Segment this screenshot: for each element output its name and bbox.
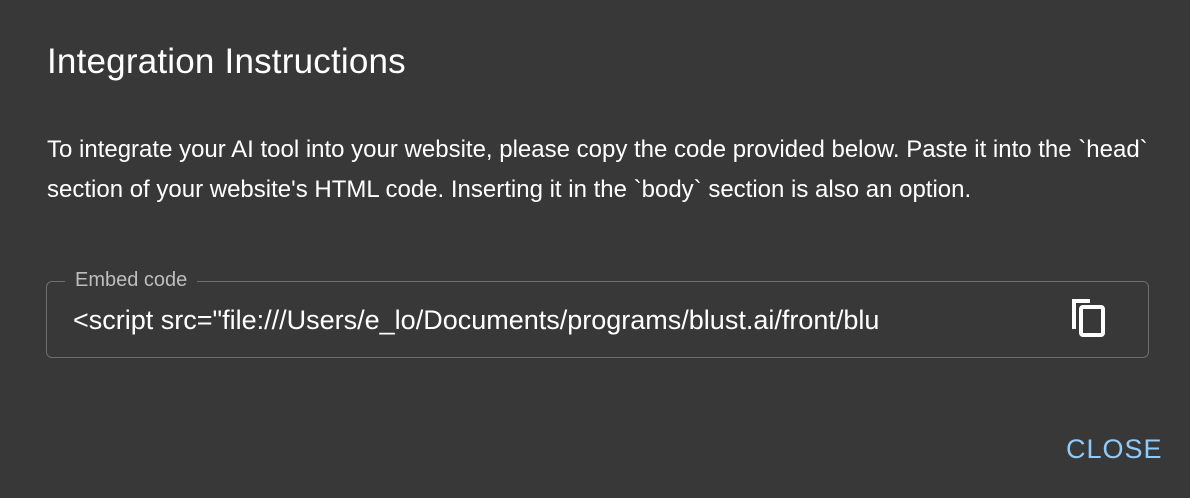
dialog-description: To integrate your AI tool into your webs…	[47, 136, 1148, 203]
embed-code-field[interactable]: Embed code <script src="file:///Users/e_…	[46, 266, 1149, 358]
embed-code-label: Embed code	[65, 266, 198, 294]
close-button[interactable]: CLOSE	[1066, 434, 1163, 465]
copy-button[interactable]	[1063, 294, 1113, 344]
copy-icon	[1068, 295, 1108, 344]
dialog-title: Integration Instructions	[47, 42, 406, 81]
integration-dialog: Integration Instructions To integrate yo…	[0, 0, 1190, 498]
embed-code-input[interactable]: <script src="file:///Users/e_lo/Document…	[73, 302, 1039, 338]
